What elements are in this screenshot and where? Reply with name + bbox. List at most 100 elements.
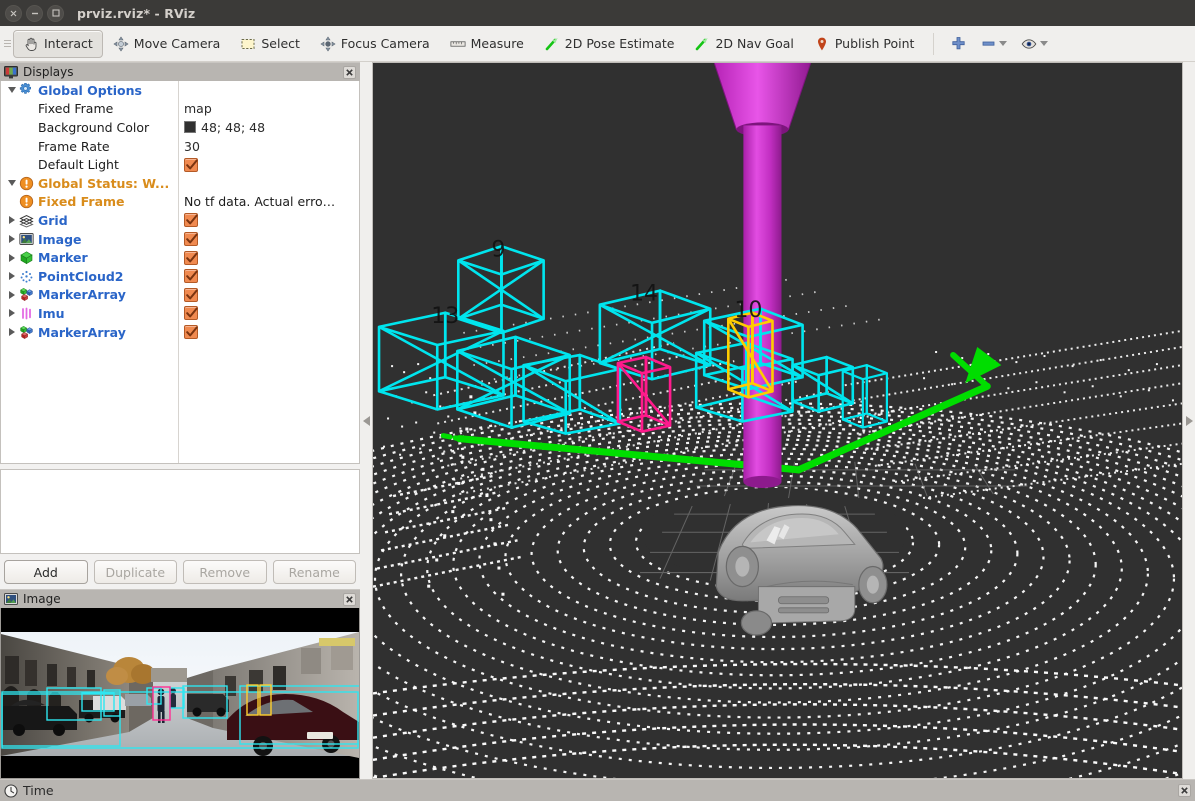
warning-icon bbox=[18, 194, 35, 209]
tree-row[interactable]: Frame Rate 30 bbox=[1, 137, 359, 156]
color-swatch[interactable] bbox=[184, 121, 196, 134]
tree-row-value[interactable]: 30 bbox=[178, 139, 200, 154]
tree-row-label: Fixed Frame bbox=[38, 194, 125, 210]
eye-icon bbox=[1021, 36, 1037, 52]
enable-checkbox[interactable] bbox=[184, 250, 198, 265]
duplicate-display-button[interactable]: Duplicate bbox=[93, 560, 177, 584]
tree-row-name: MarkerArray bbox=[1, 287, 178, 302]
tool-publish-point[interactable]: Publish Point bbox=[804, 30, 925, 58]
select-rect-icon bbox=[240, 36, 256, 52]
left-splitter-handle[interactable] bbox=[360, 62, 372, 779]
hand-cursor-icon bbox=[23, 36, 39, 52]
remove-display-button[interactable]: Remove bbox=[183, 560, 267, 584]
tree-row-name: Background Color bbox=[1, 120, 178, 135]
tree-row-value[interactable]: No tf data. Actual erro… bbox=[178, 194, 335, 209]
collapse-left-arrow-icon[interactable] bbox=[362, 415, 370, 426]
enable-checkbox[interactable] bbox=[184, 213, 198, 228]
enable-checkbox[interactable] bbox=[184, 287, 198, 302]
chevron-down-icon[interactable] bbox=[999, 41, 1008, 46]
tree-row[interactable]: MarkerArray bbox=[1, 323, 359, 342]
expand-arrow-right-icon[interactable] bbox=[5, 290, 18, 299]
tree-row-value[interactable] bbox=[178, 250, 198, 265]
close-time-panel-button[interactable] bbox=[1178, 784, 1191, 797]
image-icon bbox=[4, 592, 18, 606]
add-tool-button[interactable] bbox=[943, 30, 973, 58]
tree-row[interactable]: Image bbox=[1, 230, 359, 249]
toolbar-grip[interactable] bbox=[4, 35, 11, 53]
expand-arrow-right-icon[interactable] bbox=[5, 328, 18, 337]
tool-2d-nav-goal[interactable]: 2D Nav Goal bbox=[684, 30, 803, 58]
tree-row-label: Frame Rate bbox=[38, 138, 110, 154]
expand-arrow-right-icon[interactable] bbox=[5, 253, 18, 262]
tool-2d-pose-estimate[interactable]: 2D Pose Estimate bbox=[534, 30, 685, 58]
tree-row[interactable]: Grid bbox=[1, 211, 359, 230]
tool-select[interactable]: Select bbox=[230, 30, 310, 58]
tree-row-value[interactable] bbox=[178, 157, 198, 172]
marker-cube-icon bbox=[18, 250, 35, 265]
tree-row-value[interactable] bbox=[178, 306, 198, 321]
tree-row-value[interactable]: 48; 48; 48 bbox=[178, 120, 265, 135]
expand-arrow-right-icon[interactable] bbox=[5, 235, 18, 244]
expand-arrow-right-icon[interactable] bbox=[5, 216, 18, 225]
plus-icon bbox=[950, 36, 966, 52]
image-panel-header: Image bbox=[0, 589, 360, 608]
tree-row[interactable]: Marker bbox=[1, 248, 359, 267]
tree-value-text: map bbox=[184, 101, 212, 117]
tree-row-name: MarkerArray bbox=[1, 325, 178, 340]
tree-row-value[interactable] bbox=[178, 287, 198, 302]
displays-tree[interactable]: Global Options Fixed Frame map Background C… bbox=[0, 81, 360, 464]
tool-measure[interactable]: Measure bbox=[440, 30, 534, 58]
tree-row-label: Marker bbox=[38, 250, 88, 266]
rename-display-button[interactable]: Rename bbox=[272, 560, 356, 584]
close-window-button[interactable] bbox=[5, 4, 22, 22]
image-panel-title: Image bbox=[23, 592, 61, 606]
tree-row-value[interactable] bbox=[178, 213, 198, 228]
maximize-window-button[interactable] bbox=[47, 4, 64, 22]
expand-arrow-right-icon[interactable] bbox=[5, 309, 18, 318]
tree-row[interactable]: Global Status: W... bbox=[1, 174, 359, 193]
enable-checkbox[interactable] bbox=[184, 306, 198, 321]
tree-row[interactable]: PointCloud2 bbox=[1, 267, 359, 286]
tree-value-text: No tf data. Actual erro… bbox=[184, 194, 336, 210]
tree-row[interactable]: Fixed Frame map bbox=[1, 100, 359, 119]
expand-arrow-down-icon[interactable] bbox=[5, 180, 18, 187]
expand-arrow-right-icon[interactable] bbox=[5, 272, 18, 281]
right-splitter-handle[interactable] bbox=[1183, 62, 1195, 779]
enable-checkbox[interactable] bbox=[184, 269, 198, 284]
tree-row[interactable]: Imu bbox=[1, 304, 359, 323]
tree-row-name: Grid bbox=[1, 213, 178, 228]
tool-focus-camera[interactable]: Focus Camera bbox=[310, 30, 440, 58]
pose-arrow-icon bbox=[544, 36, 560, 52]
tool-visibility-button[interactable] bbox=[1014, 30, 1055, 58]
tree-row-value[interactable] bbox=[178, 232, 198, 247]
tree-row[interactable]: Fixed Frame No tf data. Actual erro… bbox=[1, 193, 359, 212]
tool-2d-nav-goal-label: 2D Nav Goal bbox=[715, 36, 794, 51]
markerarray-icon bbox=[18, 325, 35, 340]
close-image-panel-button[interactable] bbox=[343, 592, 356, 606]
add-display-button[interactable]: Add bbox=[4, 560, 88, 584]
tree-row-name: Global Options bbox=[1, 82, 178, 98]
tree-row[interactable]: MarkerArray bbox=[1, 286, 359, 305]
enable-checkbox[interactable] bbox=[184, 157, 198, 172]
minimize-window-button[interactable] bbox=[26, 4, 43, 22]
3d-render-view[interactable]: 13 14 10 9 bbox=[372, 62, 1183, 779]
tree-row-value[interactable] bbox=[178, 269, 198, 284]
chevron-down-icon[interactable] bbox=[1040, 41, 1049, 46]
tree-row[interactable]: Global Options bbox=[1, 81, 359, 100]
tree-row[interactable]: Background Color 48; 48; 48 bbox=[1, 118, 359, 137]
close-displays-panel-button[interactable] bbox=[343, 65, 356, 79]
remove-tool-button[interactable] bbox=[973, 30, 1014, 58]
collapse-right-arrow-icon[interactable] bbox=[1185, 415, 1193, 426]
tool-select-label: Select bbox=[261, 36, 300, 51]
tree-row-value[interactable] bbox=[178, 325, 198, 340]
tree-row-name: Frame Rate bbox=[1, 139, 178, 154]
enable-checkbox[interactable] bbox=[184, 232, 198, 247]
tool-interact-label: Interact bbox=[44, 36, 93, 51]
expand-arrow-down-icon[interactable] bbox=[5, 87, 18, 94]
camera-image-view[interactable] bbox=[0, 608, 360, 779]
tree-row-value[interactable]: map bbox=[178, 101, 212, 116]
enable-checkbox[interactable] bbox=[184, 325, 198, 340]
tree-row[interactable]: Default Light bbox=[1, 155, 359, 174]
tool-interact[interactable]: Interact bbox=[13, 29, 103, 58]
tool-move-camera[interactable]: Move Camera bbox=[103, 30, 231, 58]
